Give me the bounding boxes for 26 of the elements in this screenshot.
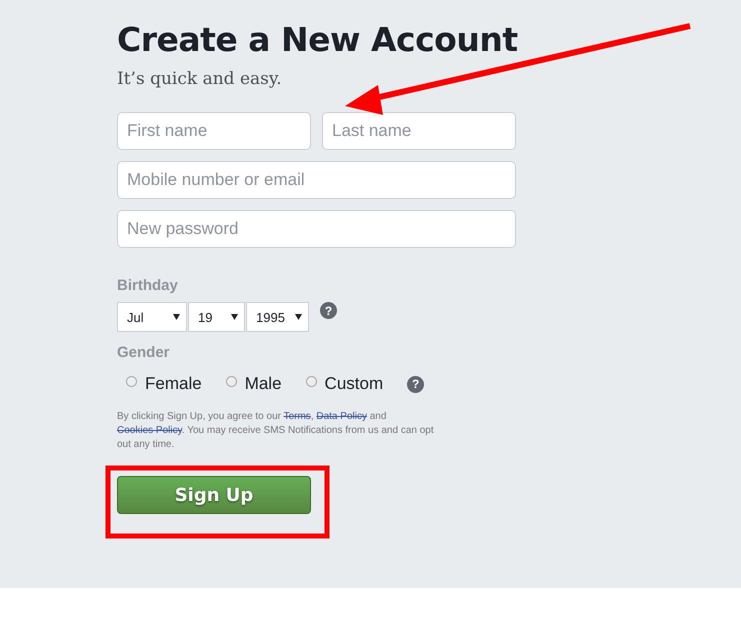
input-field[interactable]: Mobile number or email [117,161,516,199]
caret-icon [231,314,238,320]
radio-label[interactable]: Male [244,374,282,394]
page-title: Create a New Account [117,20,518,59]
help-icon[interactable]: ? [320,302,337,319]
gender-label: Gender [117,344,170,361]
caret-icon [173,314,180,320]
policy-link[interactable]: Cookies Policy [117,425,182,436]
input-field[interactable]: First name [117,112,311,150]
radio-button[interactable] [226,376,237,387]
help-icon[interactable]: ? [407,376,424,392]
dropdown[interactable]: Jul [117,302,187,332]
radio-label[interactable]: Custom [324,374,384,394]
input-field[interactable]: Last name [322,112,516,150]
dropdown[interactable]: 1995 [246,302,309,332]
radio-label[interactable]: Female [145,374,202,394]
input-field[interactable]: New password [117,210,516,248]
terms-text: By clicking Sign Up, you agree to our Terms, Data Policy and Cookies Policy. You may receive SMS Notifications from us and can opt out any time. [117,410,435,452]
caret-icon [295,314,302,320]
radio-button[interactable] [306,376,317,387]
birthday-label: Birthday [117,277,178,294]
policy-link[interactable]: Data Policy [316,411,367,422]
subtitle: It’s quick and easy. [117,69,282,89]
policy-link[interactable]: Terms [284,411,311,422]
dropdown[interactable]: 19 [188,302,245,332]
radio-button[interactable] [126,376,137,387]
